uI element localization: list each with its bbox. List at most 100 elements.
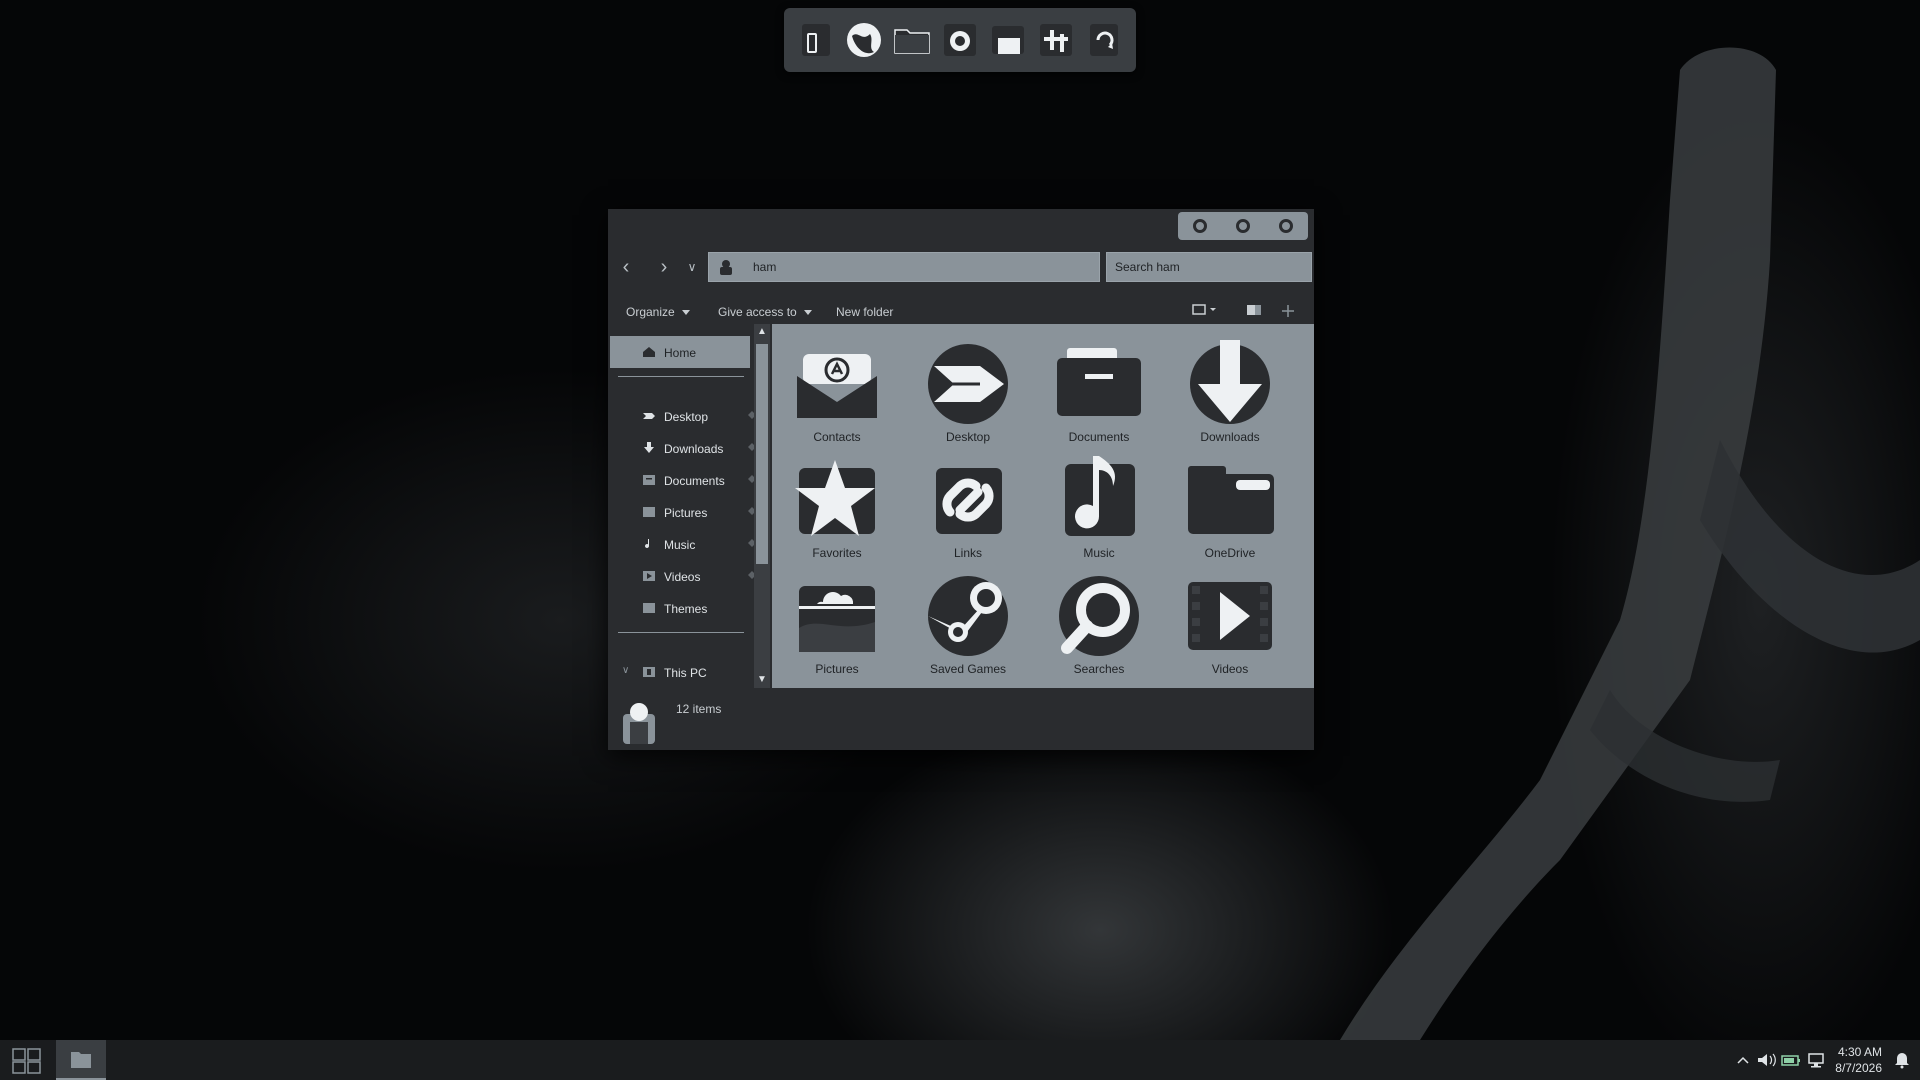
address-bar[interactable]: ham [708,252,1100,282]
nav-item-this-pc[interactable]: ∨ This PC [610,656,750,688]
folder-tile-searches[interactable]: Searches [1044,568,1154,676]
maximize-button[interactable] [1235,219,1250,233]
recent-locations-button[interactable]: ∨ [680,255,704,279]
folder-tile-saved-games[interactable]: Saved Games [913,568,1023,676]
folder-tile-videos[interactable]: Videos [1175,568,1285,676]
user-icon [623,703,655,744]
new-folder-button[interactable]: New folder [836,305,893,319]
minimize-button[interactable] [1192,219,1207,233]
scroll-up-icon[interactable]: ▲ [754,324,770,340]
file-explorer-window: ‹ › ∨ ham Organize Give access to New fo… [608,209,1314,750]
camera-icon [944,24,976,56]
view-icon [1192,304,1216,315]
search-box [1106,252,1312,282]
documents-icon [643,475,655,485]
close-button[interactable] [1279,219,1294,233]
nav-item-label: Documents [664,474,725,488]
tile-label: Desktop [945,430,991,444]
folder-tile-favorites[interactable]: Favorites [782,452,892,560]
desktop-arrow-icon [928,344,1008,424]
user-folder-icon [720,260,732,275]
folder-tile-documents[interactable]: Documents [1044,336,1154,444]
nav-item-desktop[interactable]: Desktop [610,400,756,432]
settings-sliders-icon [1040,24,1072,56]
system-clock[interactable]: 4:30 AM 8/7/2026 [1828,1044,1882,1076]
clock-time: 4:30 AM [1837,1045,1882,1059]
dock-browser[interactable] [842,16,886,64]
chevron-right-icon: › [660,256,668,278]
search-icon [1059,576,1139,656]
navigation-scrollbar[interactable]: ▲ ▼ [754,324,770,688]
clock-date: 8/7/2026 [1835,1061,1882,1075]
plus-icon [1282,305,1294,317]
volume-icon[interactable] [1756,1050,1778,1070]
title-bar[interactable] [608,209,1314,247]
folder-tile-links[interactable]: Links [913,452,1023,560]
taskbar-file-explorer[interactable] [56,1040,106,1080]
nav-item-label: Downloads [664,442,724,456]
nav-item-label: Pictures [664,506,708,520]
play-icon [643,571,655,581]
scrollbar-thumb[interactable] [756,344,768,564]
notification-bell-icon[interactable] [1894,1050,1910,1070]
chevron-down-icon: ∨ [687,260,697,274]
nav-item-label: This PC [664,666,707,680]
give-access-menu[interactable]: Give access to [718,305,812,319]
dock-files[interactable] [890,16,934,64]
pictures-icon [643,507,655,517]
link-icon [936,468,1002,534]
nav-item-documents[interactable]: Documents [610,464,756,496]
computer-icon [643,667,655,677]
tile-label: Documents [1068,430,1130,444]
network-icon[interactable] [1806,1050,1826,1070]
scroll-down-icon[interactable]: ▼ [754,672,770,688]
address-text: ham [753,260,777,274]
contacts-icon [797,354,877,418]
chevron-up-icon[interactable] [1736,1050,1750,1070]
folder-tile-pictures[interactable]: Pictures [782,568,892,676]
folder-tile-downloads[interactable]: Downloads [1175,336,1285,444]
tile-label: Links [953,546,982,560]
tile-label: Music [1083,546,1115,560]
nav-separator [618,376,744,377]
nav-item-music[interactable]: Music [610,528,756,560]
change-view-button[interactable] [1192,303,1218,320]
dock-camera[interactable] [938,16,982,64]
nav-item-home[interactable]: Home [610,336,750,368]
tile-label: Downloads [1200,430,1260,444]
preview-pane-button[interactable] [1246,303,1262,320]
content-pane: Contacts Desktop Documents Downloads Fav… [772,324,1314,688]
desktop-icon [643,413,655,419]
start-button[interactable] [12,1048,42,1074]
back-button[interactable]: ‹ [614,255,638,279]
nav-item-label: Music [664,538,696,552]
download-icon [644,442,654,453]
play-icon [1188,582,1272,650]
tile-label: Contacts [813,430,861,444]
nav-item-videos[interactable]: Videos [610,560,756,592]
dock-recycle-bin[interactable] [1082,16,1126,64]
dock-settings[interactable] [1034,16,1078,64]
expand-chevron-icon[interactable]: ∨ [622,665,629,676]
folder-tile-contacts[interactable]: Contacts [782,336,892,444]
nav-item-pictures[interactable]: Pictures [610,496,756,528]
navigation-bar: ‹ › ∨ ham [608,251,1314,283]
nav-separator [618,632,744,633]
dock-phone[interactable] [794,16,838,64]
battery-icon[interactable] [1780,1050,1802,1070]
help-button[interactable] [1280,303,1296,322]
dock-store[interactable] [986,16,1030,64]
nav-item-downloads[interactable]: Downloads [610,432,756,464]
folder-tile-music[interactable]: Music [1044,452,1154,560]
folder-tile-desktop[interactable]: Desktop [913,336,1023,444]
navigation-pane: Home Desktop Downloads Documents Picture… [608,324,772,688]
organize-menu[interactable]: Organize [626,305,690,319]
caret-down-icon [803,309,812,315]
search-input[interactable] [1107,253,1311,281]
music-note-icon [645,539,650,549]
pictures-icon [799,586,875,652]
forward-button[interactable]: › [652,255,676,279]
tile-label: Videos [1211,662,1249,676]
nav-item-themes[interactable]: Themes [610,592,750,624]
folder-tile-onedrive[interactable]: OneDrive [1175,452,1285,560]
